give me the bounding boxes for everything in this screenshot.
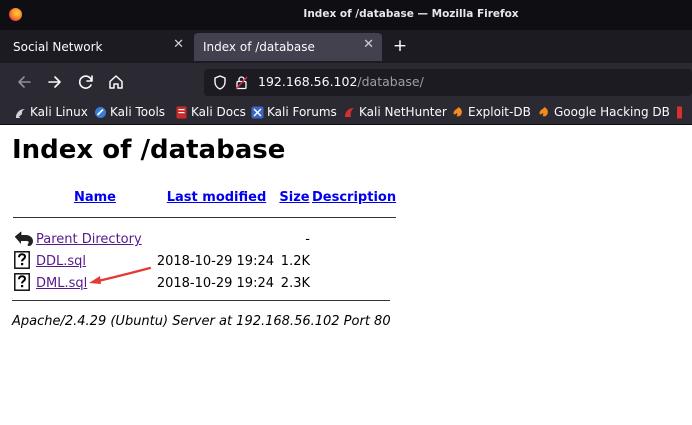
page-content: Index of /database Name Last modified Si… xyxy=(0,126,692,425)
url-host: 192.168.56.102 xyxy=(258,74,358,89)
row-size-cell: 1.2K xyxy=(280,254,310,269)
row-icon-cell xyxy=(12,250,35,273)
footer-divider xyxy=(12,300,390,301)
header-separator-row xyxy=(12,207,397,229)
row-name-cell: Parent Directory xyxy=(35,229,155,251)
bookmark-label: Kali Forums xyxy=(267,105,337,119)
tab-social-network[interactable]: Social Network ✕ xyxy=(4,33,192,61)
row-icon-cell xyxy=(12,229,35,251)
tab-strip: Social Network ✕ Index of /database ✕ xyxy=(0,30,692,63)
new-tab-button[interactable]: + xyxy=(390,34,410,58)
header-icon-cell xyxy=(12,187,35,207)
row-size-cell: - xyxy=(305,232,310,247)
bookmark-label: Exploit-DB xyxy=(468,105,531,119)
tab-index-of-database[interactable]: Index of /database ✕ xyxy=(194,33,382,61)
unknown-file-icon xyxy=(14,272,30,291)
arrow-left-icon xyxy=(18,76,31,88)
red-annotation-arrow-icon xyxy=(89,266,152,284)
window-title: Index of /database — Mozilla Firefox xyxy=(303,8,519,20)
row-size-cell: 2.3K xyxy=(280,276,310,291)
column-header-description: Description xyxy=(311,187,397,207)
tab-label: Index of /database xyxy=(203,40,315,54)
arrow-right-icon xyxy=(48,76,61,88)
insecure-lock-icon[interactable] xyxy=(235,75,248,90)
close-icon[interactable]: ✕ xyxy=(173,37,184,52)
table-row: DDL.sql 2018-10-29 19:24 1.2K xyxy=(12,250,397,273)
sort-by-size-link[interactable]: Size xyxy=(279,190,309,205)
row-description-cell xyxy=(311,273,397,295)
bookmark-label: Kali Tools xyxy=(110,105,166,119)
url-text[interactable]: 192.168.56.102/database/ xyxy=(258,74,424,89)
forward-button[interactable] xyxy=(43,70,67,94)
sort-by-name-link[interactable]: Name xyxy=(74,190,116,205)
row-icon-cell xyxy=(12,272,35,295)
url-path: /database/ xyxy=(357,74,424,89)
row-description-cell xyxy=(311,229,397,251)
column-header-name: Name xyxy=(35,187,155,207)
row-description-cell xyxy=(311,251,397,273)
row-date-cell xyxy=(155,229,278,251)
kali-tools-icon xyxy=(95,107,106,118)
bookmarks-toolbar: Kali Linux Kali Tools Kali Docs Kali For… xyxy=(0,101,692,125)
table-header-row: Name Last modified Size Description xyxy=(12,187,397,207)
reload-button[interactable] xyxy=(74,70,98,94)
table-row: DML.sql 2018-10-29 19:24 2.3K xyxy=(12,272,397,295)
window-titlebar: Index of /database — Mozilla Firefox xyxy=(0,0,692,30)
bookmark-overflow-icon xyxy=(677,106,682,119)
file-link-ddl-sql[interactable]: DDL.sql xyxy=(36,254,86,269)
kali-dragon-icon xyxy=(16,109,25,118)
back-folder-icon xyxy=(14,230,33,246)
table-row: Parent Directory - xyxy=(12,229,397,251)
tracking-shield-icon[interactable] xyxy=(213,75,227,90)
nethunter-icon xyxy=(345,108,354,117)
file-link-dml-sql[interactable]: DML.sql xyxy=(36,276,87,291)
kali-forums-icon xyxy=(251,106,264,119)
directory-listing-table: Name Last modified Size Description Pare… xyxy=(12,187,397,295)
bookmark-label: Kali Docs xyxy=(191,105,246,119)
column-header-last-modified: Last modified xyxy=(155,187,278,207)
header-divider xyxy=(13,217,397,219)
kali-docs-icon xyxy=(176,106,187,119)
back-button[interactable] xyxy=(13,70,37,94)
row-date-cell: 2018-10-29 19:24 xyxy=(156,254,274,269)
exploit-db-icon xyxy=(453,107,462,117)
home-icon xyxy=(109,75,123,89)
sort-by-last-modified-link[interactable]: Last modified xyxy=(167,190,267,205)
navigation-toolbar: 192.168.56.102/database/ xyxy=(0,63,692,101)
row-date-cell: 2018-10-29 19:24 xyxy=(156,276,274,291)
url-bar[interactable]: 192.168.56.102/database/ xyxy=(204,69,692,96)
sort-by-description-link[interactable]: Description xyxy=(312,190,396,205)
server-signature: Apache/2.4.29 (Ubuntu) Server at 192.168… xyxy=(12,314,391,329)
column-header-size: Size xyxy=(278,187,311,207)
bookmark-label: Kali Linux xyxy=(30,105,88,119)
home-button[interactable] xyxy=(104,70,128,94)
page-title: Index of /database xyxy=(12,135,286,165)
parent-directory-link[interactable]: Parent Directory xyxy=(36,232,142,247)
reload-icon xyxy=(78,75,93,89)
close-icon[interactable]: ✕ xyxy=(363,37,374,52)
tab-label: Social Network xyxy=(13,40,103,54)
bookmark-label: Kali NetHunter xyxy=(359,105,447,119)
unknown-file-icon xyxy=(14,250,30,269)
bookmark-label: Google Hacking DB xyxy=(554,105,670,119)
ghdb-icon xyxy=(539,107,548,117)
